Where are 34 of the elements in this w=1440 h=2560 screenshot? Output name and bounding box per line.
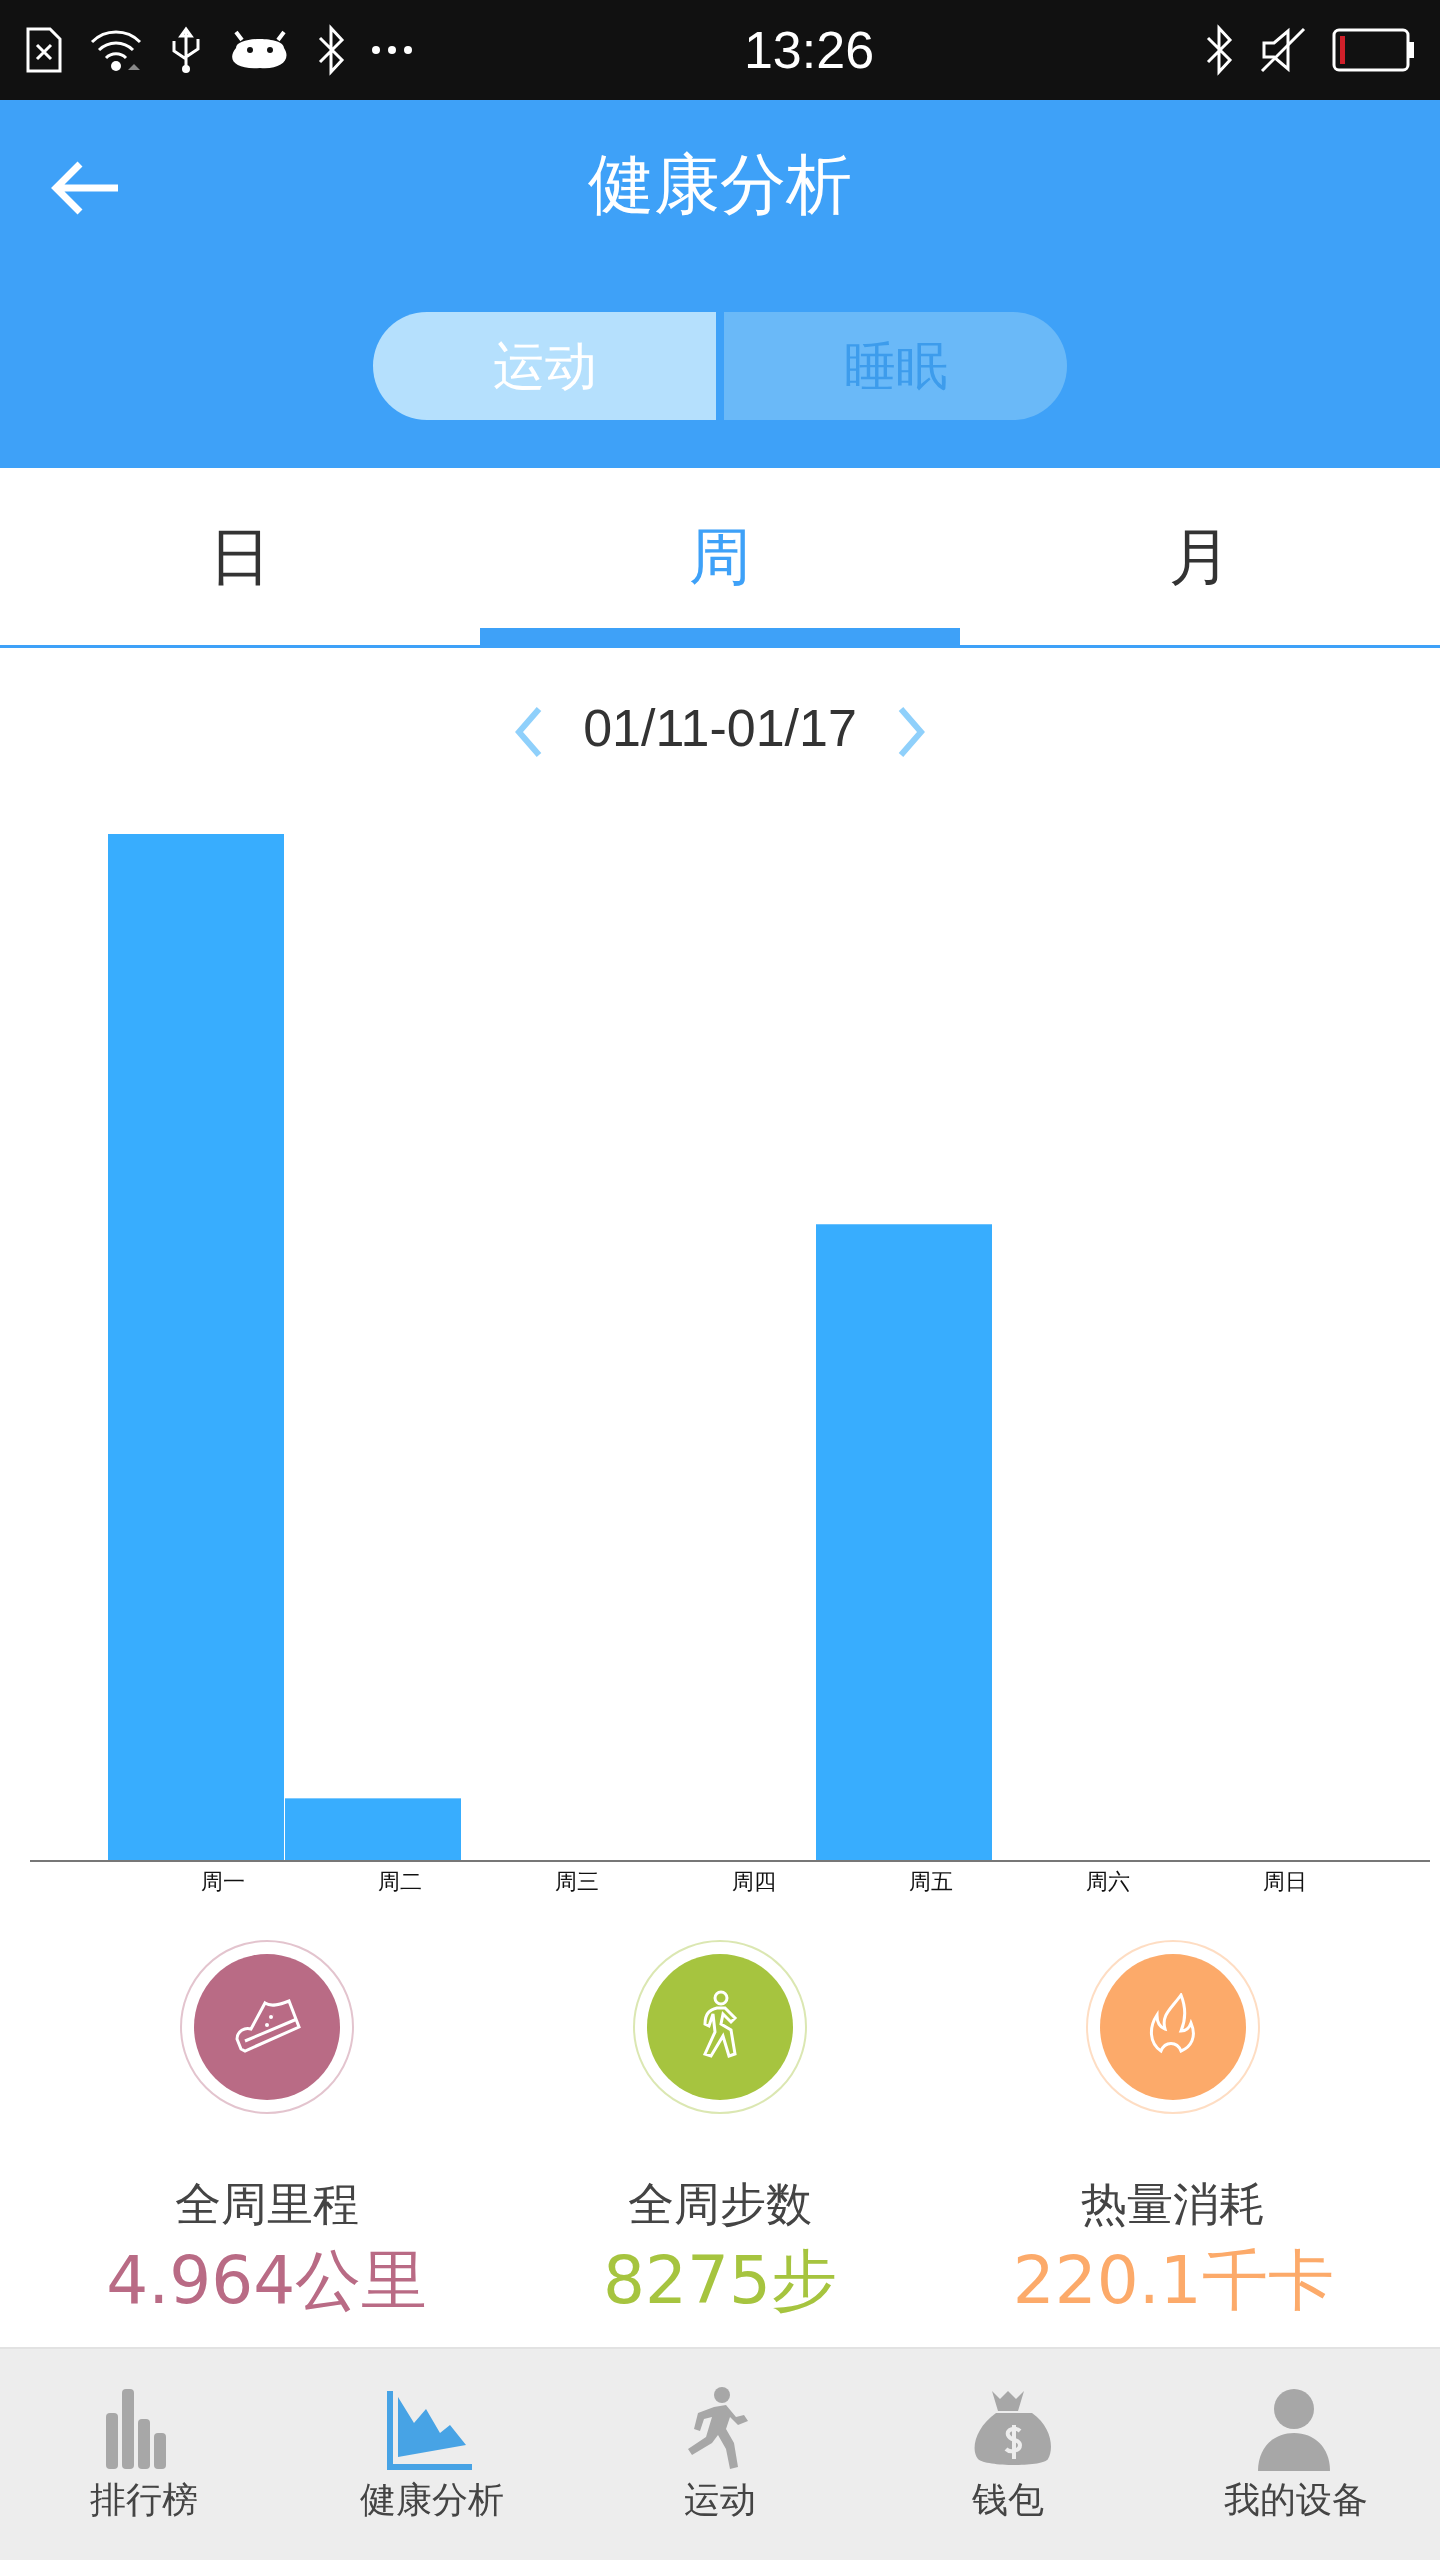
stat-value: 8275步: [603, 2245, 837, 2318]
nav-label: 我的设备: [1224, 2478, 1368, 2522]
battery-icon: [1332, 28, 1416, 72]
axis-label: 周五: [907, 1868, 954, 1896]
nav-label: 排行榜: [90, 2478, 198, 2522]
bluetooth-icon: [1204, 24, 1234, 76]
chevron-right-icon: [896, 705, 927, 760]
axis-label: 周日: [1261, 1868, 1308, 1896]
status-time: 13:26: [743, 20, 875, 81]
axis-label: 周一: [199, 1868, 246, 1896]
nav-label: 钱包: [972, 2478, 1044, 2522]
date-range: 01/11-01/17: [583, 698, 857, 759]
nav-item[interactable]: 运动: [576, 2349, 864, 2560]
stat-value: 220.1千卡: [1012, 2245, 1334, 2318]
nav-label: 健康分析: [360, 2478, 504, 2522]
axis-label: 周二: [376, 1868, 423, 1896]
nav-item[interactable]: 健康分析: [288, 2349, 576, 2560]
chevron-left-icon: [513, 705, 544, 760]
nav-item[interactable]: 我的设备: [1152, 2349, 1440, 2560]
stat-value: 4.964公里: [106, 2245, 428, 2318]
stat-label: 热量消耗: [1081, 2176, 1266, 2233]
nav-item[interactable]: 排行榜: [0, 2349, 288, 2560]
more-icon: [370, 44, 414, 56]
bluetooth-icon: [316, 24, 346, 76]
nav-label: 运动: [684, 2478, 756, 2522]
nav-item[interactable]: 钱包: [864, 2349, 1152, 2560]
mute-icon: [1258, 25, 1308, 75]
axis-label: 周四: [730, 1868, 777, 1896]
axis-label: 周三: [553, 1868, 600, 1896]
stat-label: 全周里程: [174, 2176, 359, 2233]
page-title: 健康分析: [588, 152, 852, 218]
axis-label: 周六: [1084, 1868, 1131, 1896]
sim-card-icon: [24, 25, 64, 75]
stat-label: 全周步数: [628, 2176, 812, 2233]
